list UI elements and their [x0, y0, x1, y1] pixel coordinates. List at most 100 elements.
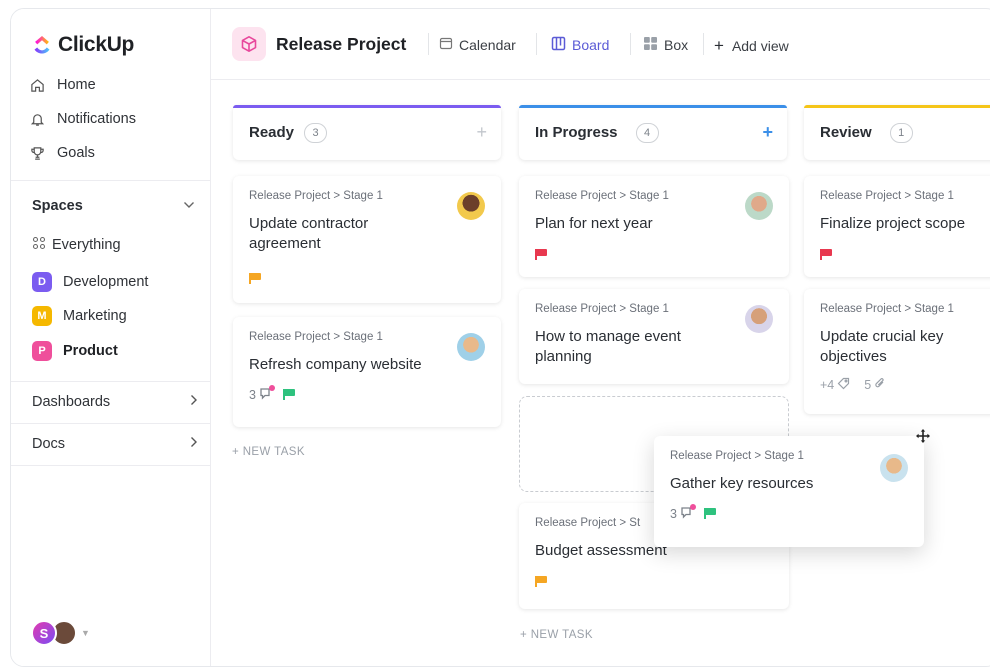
- header-divider: [630, 33, 631, 55]
- priority-flag-icon: [535, 573, 773, 591]
- sidebar-divider: [11, 180, 210, 181]
- caret-down-icon: ▼: [81, 628, 90, 638]
- trophy-icon: [29, 145, 45, 161]
- task-meta: 3: [249, 385, 485, 403]
- sidebar-divider: [11, 465, 210, 466]
- assignee-avatar: [457, 192, 485, 220]
- add-view-label: Add view: [731, 38, 789, 54]
- task-meta: +4 5: [820, 377, 988, 393]
- space-everything[interactable]: Everything: [32, 236, 121, 254]
- task-title: How to manage event planning: [535, 328, 681, 365]
- move-cursor-icon: [916, 429, 930, 447]
- task-breadcrumb: Release Project > Stage 1: [249, 331, 383, 343]
- chevron-right-icon: [190, 394, 198, 410]
- comment-count[interactable]: 3: [670, 504, 696, 522]
- task-card[interactable]: Release Project > Stage 1 How to manage …: [519, 289, 789, 384]
- task-breadcrumb: Release Project > Stage 1: [820, 303, 954, 315]
- nav-home[interactable]: Home: [29, 77, 96, 93]
- column-header-ready[interactable]: Ready 3 +: [233, 105, 501, 160]
- task-title: Update crucial key objectives: [820, 328, 944, 365]
- task-card[interactable]: Release Project > Stage 1 Finalize proje…: [804, 176, 990, 277]
- column-color-bar: [519, 105, 787, 108]
- nav-notifications[interactable]: Notifications: [29, 111, 136, 127]
- space-badge: P: [32, 341, 52, 361]
- assignee-avatar: [457, 333, 485, 361]
- priority-flag-icon: [535, 246, 773, 264]
- sidebar: ClickUp Home Notifications Goals Spaces: [11, 9, 211, 666]
- calendar-icon: [439, 36, 453, 53]
- assignee-avatar: [880, 454, 908, 482]
- attachments-count-value: 5: [864, 378, 872, 392]
- board-icon: [551, 36, 566, 54]
- app-name: ClickUp: [58, 33, 135, 56]
- tab-board-label: Board: [572, 37, 610, 53]
- header-divider: [536, 33, 537, 55]
- task-card[interactable]: Release Project > Stage 1 Plan for next …: [519, 176, 789, 277]
- space-product[interactable]: P Product: [32, 341, 118, 361]
- page-title: Release Project: [276, 34, 407, 54]
- task-title: Update contractor agreement: [249, 215, 369, 252]
- new-task-button[interactable]: + NEW TASK: [520, 629, 593, 641]
- app-window: ClickUp Home Notifications Goals Spaces: [10, 8, 990, 667]
- tab-board[interactable]: Board: [551, 36, 609, 54]
- comment-count[interactable]: 3: [249, 385, 275, 403]
- chevron-down-icon[interactable]: [183, 198, 195, 212]
- clickup-logo-icon: [34, 36, 50, 54]
- comment-icon: [680, 504, 696, 522]
- priority-flag-icon: [703, 507, 716, 521]
- space-everything-label: Everything: [52, 237, 121, 253]
- task-breadcrumb: Release Project > Stage 1: [670, 450, 804, 462]
- grid-dots-icon: [32, 236, 46, 254]
- comment-icon: [259, 385, 275, 403]
- box-icon: [643, 36, 658, 54]
- task-breadcrumb: Release Project > Stage 1: [249, 190, 383, 202]
- task-breadcrumb: Release Project > Stage 1: [820, 190, 954, 202]
- priority-flag-icon: [249, 270, 485, 288]
- nav-dashboards[interactable]: Dashboards: [32, 394, 198, 410]
- user-menu[interactable]: S ▼: [31, 620, 90, 646]
- assignee-avatar: [745, 305, 773, 333]
- attachments-count[interactable]: 5: [864, 377, 886, 393]
- user-avatar: S: [31, 620, 57, 646]
- spaces-heading[interactable]: Spaces: [32, 198, 83, 214]
- space-development-label: Development: [63, 274, 149, 290]
- nav-notifications-label: Notifications: [57, 111, 136, 127]
- home-icon: [29, 77, 45, 93]
- task-breadcrumb: Release Project > Stage 1: [535, 303, 669, 315]
- add-view-button[interactable]: + Add view: [714, 36, 789, 56]
- add-task-plus-icon[interactable]: +: [762, 122, 773, 143]
- space-marketing[interactable]: M Marketing: [32, 306, 127, 326]
- nav-goals[interactable]: Goals: [29, 145, 95, 161]
- tab-calendar-label: Calendar: [459, 36, 516, 53]
- clickup-logo[interactable]: ClickUp: [32, 33, 134, 57]
- tab-calendar[interactable]: Calendar: [439, 36, 516, 53]
- tags-count[interactable]: +4: [820, 377, 850, 393]
- column-header-in-progress[interactable]: In Progress 4 +: [519, 105, 787, 160]
- paperclip-icon: [874, 377, 886, 393]
- space-product-label: Product: [63, 343, 118, 359]
- task-title: Finalize project scope: [820, 215, 966, 232]
- sidebar-divider: [11, 381, 210, 382]
- task-card[interactable]: Release Project > Stage 1 Refresh compan…: [233, 317, 501, 427]
- task-title: Refresh company website: [249, 356, 422, 373]
- cube-icon: [232, 27, 266, 61]
- bell-icon: [29, 111, 45, 127]
- task-title: Plan for next year: [535, 215, 653, 232]
- task-card[interactable]: Release Project > Stage 1 Update crucial…: [804, 289, 990, 414]
- column-name: Review: [820, 124, 872, 141]
- tag-icon: [837, 377, 850, 393]
- tab-box[interactable]: Box: [643, 36, 688, 54]
- space-badge: M: [32, 306, 52, 326]
- comment-count-value: 3: [249, 388, 256, 402]
- add-task-plus-icon[interactable]: +: [476, 122, 487, 143]
- column-count: 3: [304, 122, 328, 143]
- task-card[interactable]: Release Project > Stage 1 Update contrac…: [233, 176, 501, 303]
- space-development[interactable]: D Development: [32, 272, 148, 292]
- column-header-review[interactable]: Review 1: [804, 105, 990, 160]
- new-task-button[interactable]: + NEW TASK: [232, 446, 305, 458]
- nav-docs[interactable]: Docs: [32, 436, 198, 452]
- sidebar-divider: [11, 423, 210, 424]
- priority-flag-icon: [282, 388, 295, 402]
- dragging-task-card[interactable]: Release Project > Stage 1 Gather key res…: [654, 436, 924, 547]
- nav-docs-label: Docs: [32, 436, 66, 452]
